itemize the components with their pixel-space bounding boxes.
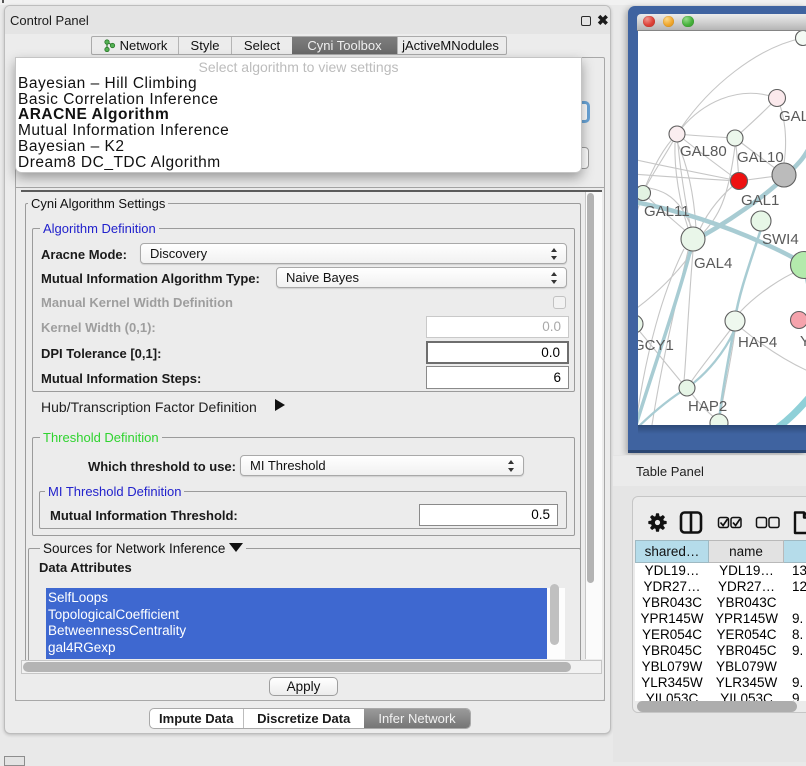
svg-text:GAL80: GAL80 (680, 143, 727, 160)
svg-text:GAL11: GAL11 (644, 203, 690, 220)
svg-text:HAP4: HAP4 (738, 334, 777, 351)
svg-text:HAP2: HAP2 (688, 398, 727, 415)
svg-text:GAL1: GAL1 (741, 192, 779, 209)
svg-text:SWI4: SWI4 (762, 231, 799, 248)
svg-text:GAL10: GAL10 (737, 149, 784, 166)
svg-text:GAL4: GAL4 (694, 255, 732, 272)
svg-text:GAL: GAL (779, 108, 806, 125)
svg-text:Y: Y (800, 333, 806, 350)
svg-text:GCY1: GCY1 (638, 337, 674, 354)
